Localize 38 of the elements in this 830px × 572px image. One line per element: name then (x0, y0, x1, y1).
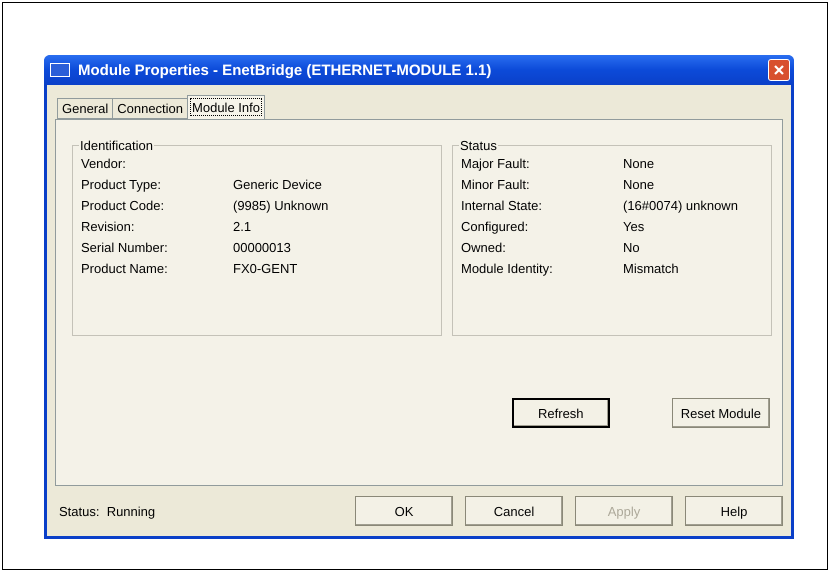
tab[interactable]: General (57, 98, 114, 119)
field-label: Major Fault: (461, 156, 531, 171)
close-button[interactable] (768, 59, 790, 81)
group-title: Identification (79, 138, 154, 153)
field-value: None (623, 156, 654, 171)
window-title: Module Properties - EnetBridge (ETHERNET-MODULE 1.1) (78, 62, 492, 78)
field-value: 00000013 (233, 240, 291, 255)
field-label: Product Type: (81, 177, 162, 192)
dialog-button[interactable]: OK (355, 496, 453, 526)
field-label: Owned: (461, 240, 507, 255)
tab[interactable]: Connection (112, 98, 188, 119)
tab[interactable]: Module Info (187, 95, 265, 119)
field-value: (9985) Unknown (233, 198, 328, 213)
field-value: FX0-GENT (233, 261, 298, 276)
close-icon (773, 64, 785, 76)
field-value: Yes (623, 219, 644, 234)
refresh-button[interactable]: Refresh (512, 398, 610, 428)
field-label: Configured: (461, 219, 530, 234)
field-label: Module Identity: (461, 261, 554, 276)
status-text: Status: Running (58, 504, 156, 518)
field-label: Product Code: (81, 198, 166, 213)
field-value: Generic Device (233, 177, 322, 192)
field-label: Vendor: (81, 156, 127, 171)
field-value: Mismatch (623, 261, 679, 276)
field-value: No (623, 240, 640, 255)
field-value: 2.1 (233, 219, 252, 234)
field-label: Internal State: (461, 198, 543, 213)
group-title: Status (459, 138, 498, 153)
field-label: Revision: (81, 219, 136, 234)
field-label: Product Name: (81, 261, 169, 276)
dialog-button[interactable]: Cancel (465, 496, 563, 526)
field-label: Minor Fault: (461, 177, 531, 192)
field-value: (16#0074) unknown (623, 198, 738, 213)
reset-module-button[interactable]: Reset Module (672, 398, 770, 428)
dialog-button[interactable]: Help (685, 496, 783, 526)
field-label: Serial Number: (81, 240, 169, 255)
window-icon (50, 63, 70, 77)
field-value: None (623, 177, 654, 192)
